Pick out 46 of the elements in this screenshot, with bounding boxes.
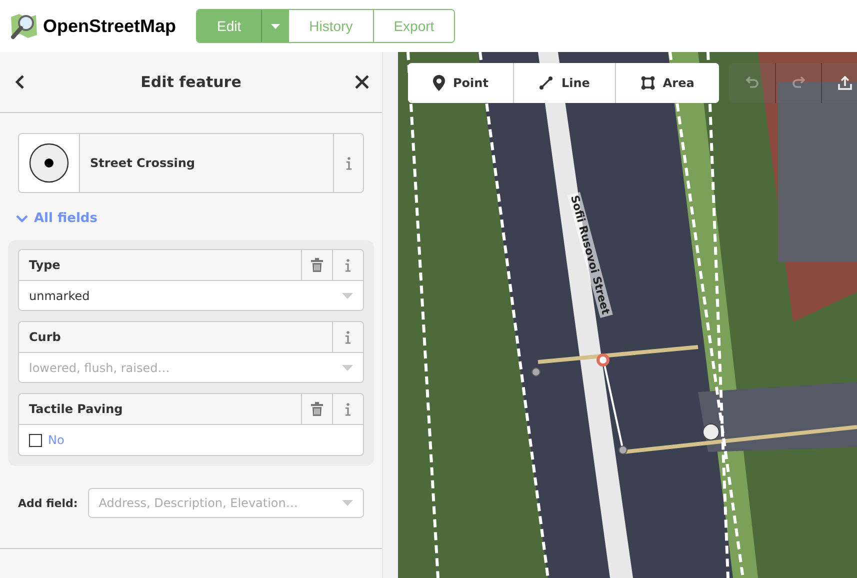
- upload-icon: [838, 76, 852, 90]
- pin-icon: [433, 75, 445, 91]
- share-button[interactable]: [821, 63, 857, 103]
- info-button[interactable]: [332, 322, 363, 352]
- selected-node[interactable]: [596, 354, 610, 366]
- field-label: Tactile Paving: [28, 401, 124, 418]
- info-icon: [346, 156, 352, 170]
- area-icon: [640, 76, 655, 90]
- section-toggle[interactable]: All fields: [16, 211, 98, 226]
- caret-icon: [270, 24, 280, 28]
- nav-tab[interactable]: Edit: [197, 10, 262, 42]
- field-label: Curb: [28, 329, 62, 346]
- crossing-node[interactable]: [702, 424, 720, 440]
- info-icon: [345, 258, 351, 272]
- add-field-combo[interactable]: Address, Description, Elevation…: [88, 488, 364, 518]
- preset-card[interactable]: Street Crossing: [18, 133, 364, 193]
- logo-icon: [9, 11, 39, 41]
- checkbox-label[interactable]: No: [48, 433, 64, 447]
- undo-icon: [745, 76, 760, 90]
- mode-button[interactable]: Area: [614, 63, 720, 103]
- checkbox[interactable]: [29, 434, 42, 446]
- preset-name: Street Crossing: [89, 155, 196, 172]
- redo-icon: [792, 76, 806, 90]
- info-icon: [345, 330, 351, 344]
- line-icon: [539, 76, 554, 90]
- info-button[interactable]: [332, 250, 363, 280]
- nav-tab[interactable]: Export: [372, 10, 454, 42]
- vertex-node[interactable]: [532, 368, 540, 376]
- trash-icon: [311, 402, 323, 416]
- info-icon: [345, 402, 351, 416]
- scrollbar[interactable]: [382, 52, 398, 578]
- vertex-node[interactable]: [618, 446, 628, 454]
- site-title[interactable]: OpenStreetMap: [43, 16, 176, 36]
- back-icon: [14, 74, 26, 90]
- add-field-label: Add field:: [18, 496, 78, 510]
- close-icon: [354, 74, 370, 90]
- caret-icon: [342, 500, 353, 506]
- caret-icon: [342, 292, 353, 298]
- dropdown-button[interactable]: [262, 10, 288, 42]
- info-button[interactable]: [332, 394, 363, 424]
- chevron-icon: [16, 214, 28, 222]
- caret-icon: [342, 364, 353, 370]
- trash-icon: [311, 258, 323, 272]
- field-label: Type: [28, 257, 62, 274]
- point-icon: [28, 142, 70, 184]
- panel-title: Edit feature: [140, 73, 242, 91]
